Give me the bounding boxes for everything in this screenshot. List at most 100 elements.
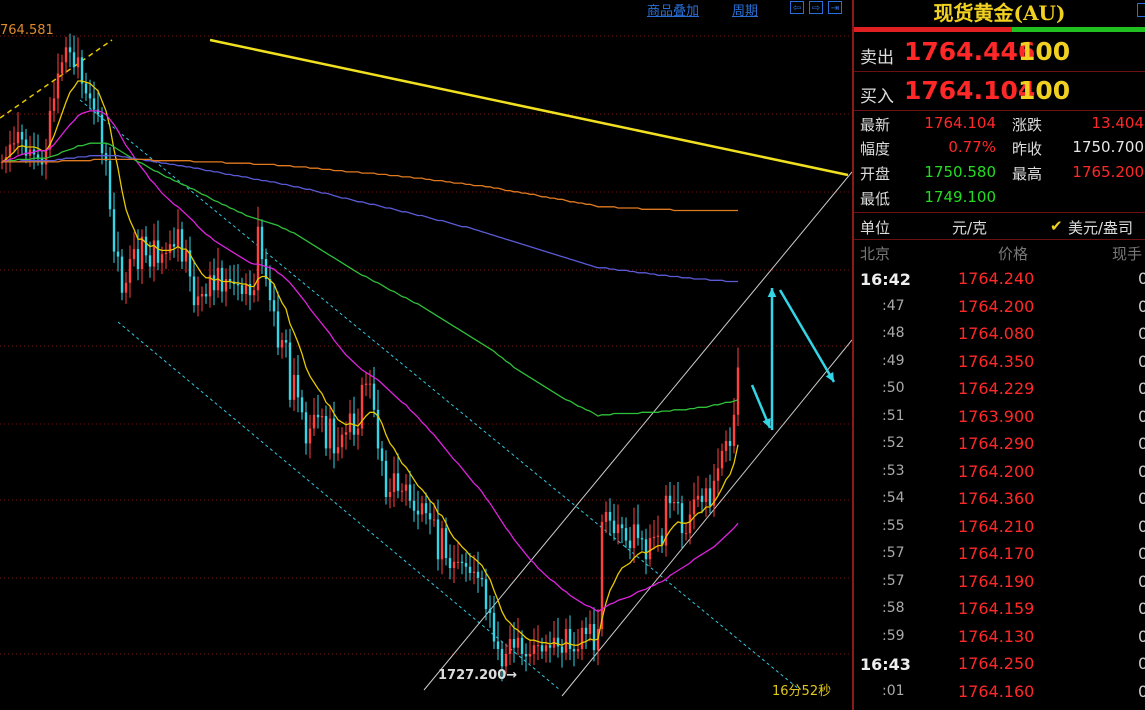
stat-label: 最新 — [860, 116, 891, 134]
tick-row: :51 1763.900 0 — [854, 404, 1145, 431]
candle-body — [408, 484, 412, 501]
candle-body — [236, 284, 240, 286]
stat-value: 13.404 — [1091, 114, 1145, 132]
candle-body — [364, 383, 368, 385]
candle-body — [288, 342, 292, 400]
tick-volume: 0 — [1138, 599, 1145, 618]
candle-body — [416, 510, 420, 515]
tick-row: :47 1764.200 0 — [854, 294, 1145, 321]
candle-body — [324, 416, 328, 449]
tick-volume: 0 — [1138, 434, 1145, 453]
chart-canvas[interactable] — [0, 0, 852, 710]
candle-body — [100, 114, 104, 154]
tick-price: 1764.159 — [958, 599, 1035, 618]
candle-body — [244, 284, 248, 294]
candle-body — [184, 250, 188, 262]
arrow-left-icon[interactable]: ⇦ — [790, 1, 804, 14]
tick-price: 1764.290 — [958, 434, 1035, 453]
candle-body — [420, 503, 424, 515]
candle-body — [92, 98, 96, 110]
tick-volume: 0 — [1138, 626, 1145, 646]
candle-body — [176, 229, 180, 247]
candle-body — [572, 648, 576, 652]
tick-row: :58 1764.159 0 — [854, 596, 1145, 623]
candle-body — [20, 132, 24, 140]
stat-value: 0.77% — [948, 138, 996, 156]
candlestick-chart[interactable]: 764.581 1727.200→ 16分52秒 商品叠加 周期 ⇦ ⇨ ⇥ — [0, 0, 852, 710]
current-price-tag: 764.581 — [0, 23, 54, 38]
candle-body — [692, 499, 696, 515]
tick-volume: 0 — [1138, 379, 1145, 398]
check-icon[interactable]: ✔ — [1050, 217, 1063, 235]
expand-icon[interactable]: ⇥ — [828, 1, 842, 14]
tick-row: 16:43 1764.250 0 — [854, 651, 1145, 678]
candle-body — [544, 645, 548, 652]
sell-label: 卖出 — [860, 48, 894, 68]
candle-body — [684, 533, 688, 535]
candle-body — [564, 629, 568, 653]
buy-row: 买入 1764.104 100 — [854, 72, 1145, 111]
candle-body — [428, 513, 432, 520]
tick-time: :49 — [882, 352, 905, 369]
candle-body — [80, 57, 84, 84]
candle-body — [52, 98, 56, 111]
usd-ounce-option[interactable]: 美元/盎司 — [1068, 217, 1133, 238]
candle-body — [404, 484, 408, 491]
candle-body — [424, 503, 428, 514]
moving-average-line — [2, 158, 738, 212]
tick-volume: 0 — [1138, 654, 1145, 673]
sell-strength-bar — [854, 27, 1012, 32]
buy-volume: 100 — [1018, 76, 1071, 105]
stat-label: 最低 — [860, 190, 891, 208]
overlay-link[interactable]: 商品叠加 — [647, 0, 699, 19]
candle-body — [328, 418, 332, 449]
window-icon[interactable] — [1137, 3, 1145, 17]
stat-label: 涨跌 — [1012, 116, 1043, 134]
candle-body — [56, 73, 60, 99]
candle-body — [252, 290, 256, 296]
candle-body — [108, 160, 112, 210]
candle-body — [124, 282, 128, 293]
tick-price: 1764.130 — [958, 626, 1035, 646]
candle-body — [380, 448, 384, 461]
candle-body — [392, 473, 396, 493]
candle-body — [16, 132, 20, 144]
tick-volume: 0 — [1138, 461, 1145, 481]
candle-body — [588, 624, 592, 635]
candle-body — [204, 293, 208, 297]
yellow-trendline — [209, 38, 849, 177]
candle-body — [536, 645, 540, 647]
candle-body — [152, 240, 156, 267]
candle-body — [388, 492, 392, 497]
period-link[interactable]: 周期 — [732, 0, 758, 19]
candle-body — [464, 563, 468, 567]
arrow-up-head — [767, 288, 777, 298]
tick-time: :53 — [882, 462, 905, 479]
tick-time: :57 — [882, 572, 905, 589]
tick-time: :47 — [882, 297, 905, 314]
candle-body — [456, 561, 460, 563]
candle-body — [64, 47, 68, 63]
stat-label: 昨收 — [1012, 140, 1043, 158]
stat-value: 1750.700 — [1072, 138, 1144, 156]
tick-volume: 0 — [1138, 516, 1145, 536]
tick-price: 1764.240 — [958, 269, 1035, 288]
sell-volume: 100 — [1018, 37, 1071, 66]
candle-body — [728, 440, 732, 446]
arrow-right-icon[interactable]: ⇨ — [809, 1, 823, 14]
tick-volume: 0 — [1138, 544, 1145, 563]
candle-body — [60, 62, 64, 74]
candle-body — [488, 609, 492, 613]
tick-row: :49 1764.350 0 — [854, 349, 1145, 376]
candle-body — [696, 495, 700, 500]
candle-body — [68, 47, 72, 53]
candle-body — [332, 418, 336, 454]
down-channel-upper — [79, 99, 801, 691]
tick-time: :50 — [882, 380, 905, 396]
candle-body — [568, 629, 572, 649]
tick-price: 1764.190 — [958, 571, 1035, 591]
tick-time: :48 — [882, 325, 905, 341]
tick-price: 1764.200 — [958, 296, 1035, 316]
candle-body — [344, 432, 348, 435]
tick-volume: 0 — [1138, 681, 1145, 701]
